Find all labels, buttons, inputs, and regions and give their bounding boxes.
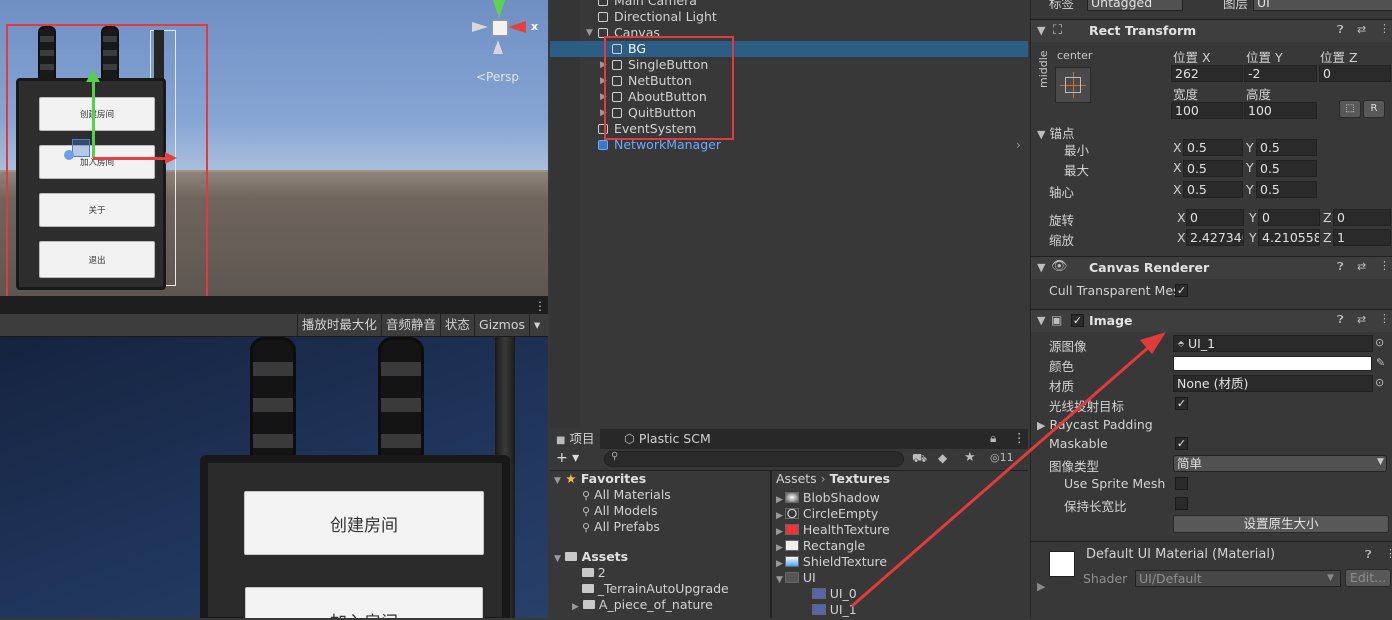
annotation-arrow-line — [851, 344, 1151, 608]
annotation-arrow — [851, 332, 1166, 608]
